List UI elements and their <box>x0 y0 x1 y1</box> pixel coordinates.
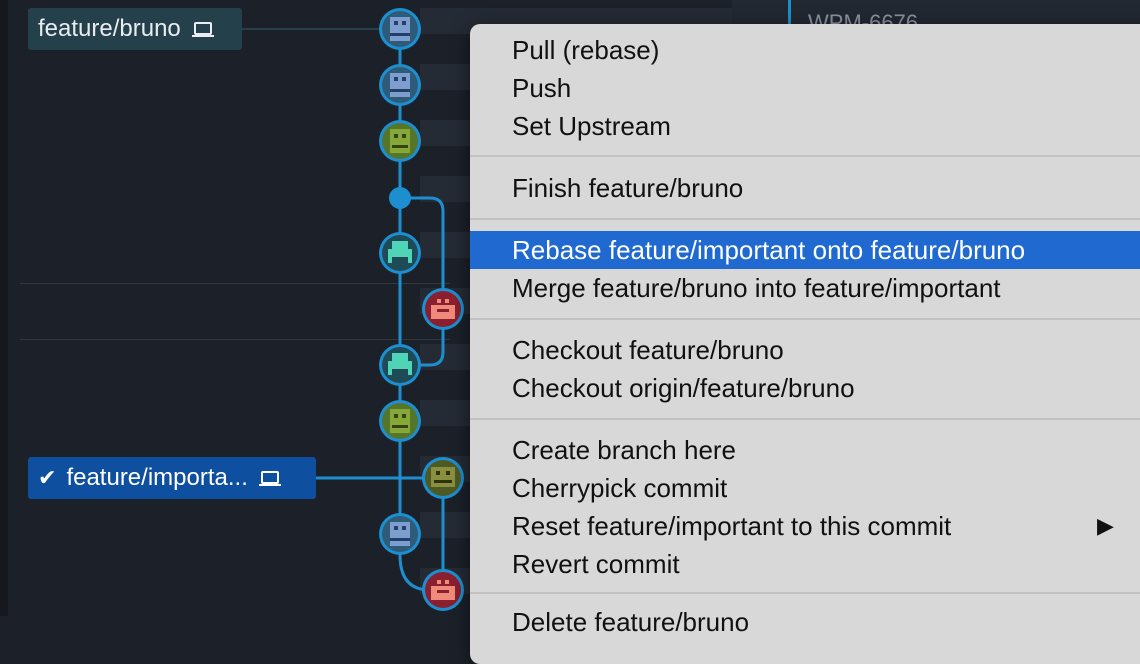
avatar[interactable] <box>379 232 421 274</box>
branch-name: feature/bruno <box>38 15 181 42</box>
menu-separator <box>470 592 1140 594</box>
menu-item-checkout-origin[interactable]: Checkout origin/feature/bruno <box>470 369 1140 407</box>
avatar[interactable] <box>379 64 421 106</box>
branch-label-feature-important[interactable]: ✔ feature/importa... <box>28 457 316 499</box>
menu-separator <box>470 155 1140 157</box>
laptop-icon <box>191 19 215 39</box>
menu-item-merge[interactable]: Merge feature/bruno into feature/importa… <box>470 269 1140 307</box>
menu-separator <box>470 218 1140 220</box>
menu-item-cherrypick[interactable]: Cherrypick commit <box>470 469 1140 507</box>
context-menu: Pull (rebase) Push Set Upstream Finish f… <box>470 24 1140 664</box>
branch-label-feature-bruno[interactable]: feature/bruno <box>28 8 242 50</box>
checkmark-icon: ✔ <box>38 465 57 490</box>
avatar[interactable] <box>422 457 464 499</box>
branch-name: feature/importa... <box>66 464 248 491</box>
avatar[interactable] <box>422 288 464 330</box>
menu-item-finish-feature[interactable]: Finish feature/bruno <box>470 169 1140 207</box>
menu-item-delete-branch[interactable]: Delete feature/bruno <box>470 603 1140 641</box>
submenu-arrow-icon: ▶ <box>1097 513 1114 538</box>
menu-item-pull-rebase[interactable]: Pull (rebase) <box>470 31 1140 69</box>
menu-item-revert[interactable]: Revert commit <box>470 545 1140 583</box>
avatar[interactable] <box>422 569 464 611</box>
menu-separator <box>470 418 1140 420</box>
laptop-icon <box>258 468 282 488</box>
menu-item-rebase[interactable]: Rebase feature/important onto feature/br… <box>470 231 1140 269</box>
menu-item-label: Reset feature/important to this commit <box>512 511 952 541</box>
menu-item-set-upstream[interactable]: Set Upstream <box>470 107 1140 145</box>
avatar[interactable] <box>379 513 421 555</box>
menu-item-checkout-local[interactable]: Checkout feature/bruno <box>470 331 1140 369</box>
menu-separator <box>470 318 1140 320</box>
menu-item-create-branch[interactable]: Create branch here <box>470 431 1140 469</box>
avatar[interactable] <box>379 120 421 162</box>
avatar[interactable] <box>379 8 421 50</box>
menu-item-reset[interactable]: Reset feature/important to this commit ▶ <box>470 507 1140 545</box>
menu-item-push[interactable]: Push <box>470 69 1140 107</box>
avatar[interactable] <box>379 344 421 386</box>
avatar[interactable] <box>379 400 421 442</box>
